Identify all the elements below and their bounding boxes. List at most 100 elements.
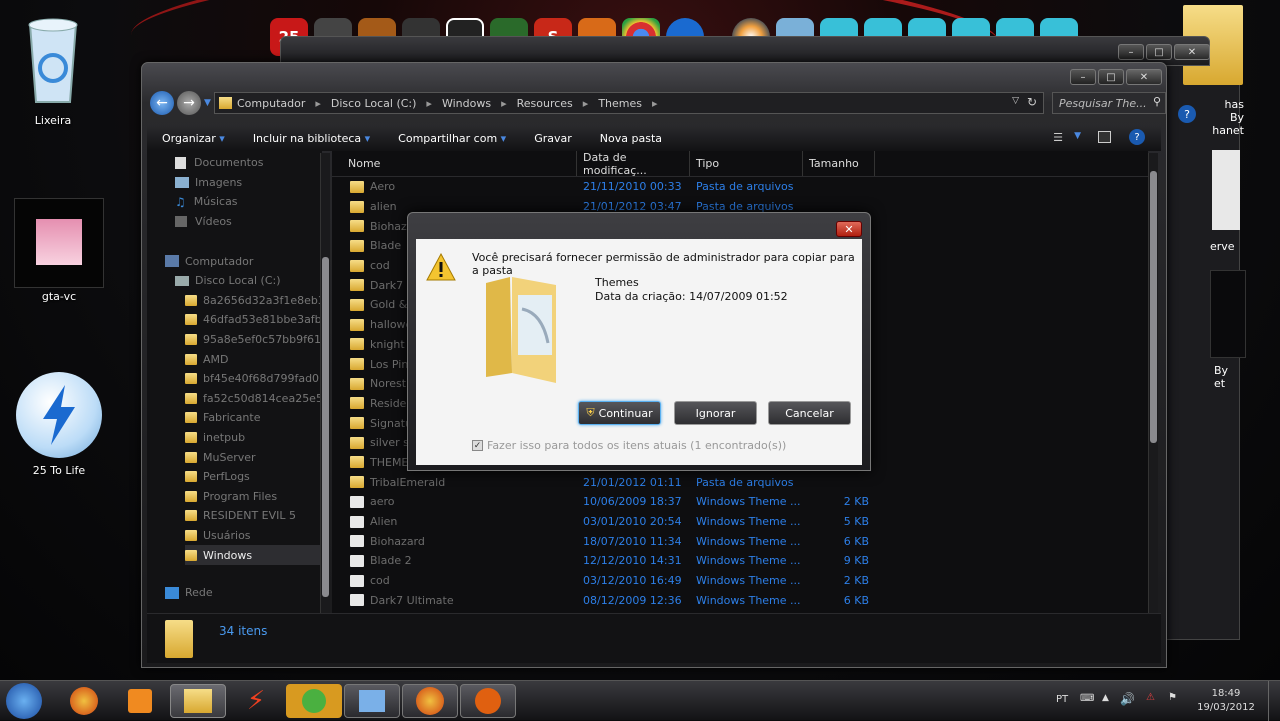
taskbar-explorer-icon[interactable] bbox=[170, 684, 226, 718]
desktop-file-icon[interactable] bbox=[1212, 150, 1240, 230]
scrollbar-thumb[interactable] bbox=[1150, 171, 1157, 443]
column-header-size[interactable]: Tamanho bbox=[803, 151, 875, 176]
continue-button[interactable]: ⛨ Continuar bbox=[578, 401, 661, 425]
network-warning-icon[interactable]: ⚠ bbox=[1146, 692, 1155, 703]
action-center-icon[interactable]: ⚑ bbox=[1168, 692, 1177, 703]
breadcrumb[interactable]: Computador ▸ Disco Local (C:) ▸ Windows ▸ R… bbox=[214, 92, 1044, 114]
taskbar-lightning-icon[interactable]: ⚡ bbox=[228, 684, 284, 718]
breadcrumb-drive[interactable]: Disco Local (C:) bbox=[331, 97, 417, 110]
breadcrumb-separator-icon[interactable]: ▸ bbox=[426, 97, 432, 110]
taskbar-firefox-icon[interactable] bbox=[56, 684, 112, 718]
file-row[interactable]: Blade 2 12/12/2010 14:31 Windows Theme ...… bbox=[332, 551, 1148, 571]
sidebar-folder-item[interactable]: AMD bbox=[185, 349, 322, 369]
keyboard-icon[interactable]: ⌨ bbox=[1080, 693, 1094, 704]
back-arrow-icon[interactable]: ← bbox=[150, 91, 174, 115]
organize-button[interactable]: Organizar bbox=[162, 132, 225, 145]
column-header-date[interactable]: Data de modificaç... bbox=[577, 151, 690, 177]
sidebar-item-disco-local[interactable]: Disco Local (C:) bbox=[165, 271, 322, 291]
burn-button[interactable]: Gravar bbox=[534, 132, 572, 145]
apply-to-all-checkbox[interactable]: ✓ Fazer isso para todos os itens atuais … bbox=[472, 439, 786, 452]
show-desktop-button[interactable] bbox=[1268, 681, 1280, 721]
file-list-scrollbar[interactable] bbox=[1148, 153, 1158, 613]
sidebar-item-documentos[interactable]: Documentos bbox=[175, 153, 322, 173]
scrollbar-thumb[interactable] bbox=[322, 257, 329, 597]
forward-arrow-icon[interactable]: → bbox=[177, 91, 201, 115]
close-icon[interactable]: ✕ bbox=[1126, 69, 1162, 85]
maximize-icon[interactable]: □ bbox=[1146, 44, 1172, 60]
help-icon[interactable]: ? bbox=[1129, 129, 1145, 145]
gta-vc-shortcut[interactable] bbox=[14, 198, 104, 288]
sidebar-folder-item[interactable]: MuServer bbox=[185, 447, 322, 467]
sidebar-folder-item[interactable]: fa52c50d814cea25e5a3 bbox=[185, 389, 322, 409]
minimize-icon[interactable]: – bbox=[1118, 44, 1144, 60]
breadcrumb-separator-icon[interactable]: ▸ bbox=[315, 97, 321, 110]
sidebar-item-imagens[interactable]: Imagens bbox=[175, 173, 322, 193]
view-options-icon[interactable]: ☰ bbox=[1053, 131, 1063, 144]
share-with-button[interactable]: Compartilhar com bbox=[398, 132, 506, 145]
file-type: Windows Theme ... bbox=[696, 574, 801, 588]
sidebar-folder-item[interactable]: PerfLogs bbox=[185, 467, 322, 487]
sidebar-folder-item[interactable]: Program Files bbox=[185, 487, 322, 507]
file-row[interactable]: Aero 21/11/2010 00:33 Pasta de arquivos bbox=[332, 177, 1148, 197]
breadcrumb-separator-icon[interactable]: ▸ bbox=[501, 97, 507, 110]
close-icon[interactable]: ✕ bbox=[836, 221, 862, 237]
sidebar-folder-item[interactable]: 8a2656d32a3f1e8eb308 bbox=[185, 291, 322, 311]
close-icon[interactable]: ✕ bbox=[1174, 44, 1210, 60]
file-row[interactable]: Alien 03/01/2010 20:54 Windows Theme ... 5 … bbox=[332, 512, 1148, 532]
file-row[interactable]: cod 03/12/2010 16:49 Windows Theme ... 2 KB bbox=[332, 571, 1148, 591]
column-header-type[interactable]: Tipo bbox=[690, 151, 803, 176]
sidebar-folder-item[interactable]: Fabricante bbox=[185, 408, 322, 428]
breadcrumb-separator-icon[interactable]: ▸ bbox=[583, 97, 589, 110]
sidebar-folder-item[interactable]: 95a8e5ef0c57bb9f61f48 bbox=[185, 330, 322, 350]
start-button-icon[interactable] bbox=[6, 683, 42, 719]
breadcrumb-resources[interactable]: Resources bbox=[517, 97, 573, 110]
breadcrumb-separator-icon[interactable]: ▸ bbox=[652, 97, 658, 110]
file-row[interactable]: TribalEmerald 21/01/2012 01:11 Pasta de ar… bbox=[332, 472, 1148, 492]
show-hidden-icons-icon[interactable]: ▲ bbox=[1102, 693, 1109, 703]
new-folder-button[interactable]: Nova pasta bbox=[600, 132, 662, 145]
file-row[interactable]: aero 10/06/2009 18:37 Windows Theme ... 2 K… bbox=[332, 492, 1148, 512]
sidebar-folder-item[interactable]: bf45e40f68d799fad0 bbox=[185, 369, 322, 389]
sidebar-item-computador[interactable]: Computador bbox=[165, 251, 322, 271]
column-header-name[interactable]: Nome bbox=[332, 151, 577, 176]
desktop-shortcut[interactable] bbox=[1210, 270, 1246, 358]
refresh-icon[interactable]: ↻ bbox=[1027, 95, 1037, 109]
taskbar-app-icon[interactable] bbox=[460, 684, 516, 718]
sidebar-folder-item[interactable]: Usuários bbox=[185, 526, 322, 546]
language-indicator[interactable]: PT bbox=[1056, 694, 1068, 705]
address-dropdown-icon[interactable]: ▽ bbox=[1012, 96, 1019, 106]
maximize-icon[interactable]: □ bbox=[1098, 69, 1124, 85]
skip-button[interactable]: Ignorar bbox=[674, 401, 757, 425]
taskbar-messenger-icon[interactable] bbox=[286, 684, 342, 718]
sidebar-item-rede[interactable]: Rede bbox=[165, 583, 322, 603]
sidebar-folder-item[interactable]: Windows bbox=[185, 545, 322, 565]
25-to-life-shortcut[interactable]: 25 To Life bbox=[14, 372, 104, 477]
sidebar-folder-item[interactable]: inetpub bbox=[185, 428, 322, 448]
help-icon[interactable]: ? bbox=[1178, 105, 1196, 123]
breadcrumb-computer[interactable]: Computador bbox=[237, 97, 305, 110]
include-in-library-button[interactable]: Incluir na biblioteca bbox=[253, 132, 370, 145]
sidebar-folder-item[interactable]: RESIDENT EVIL 5 bbox=[185, 506, 322, 526]
clock[interactable]: 18:49 19/03/2012 bbox=[1196, 687, 1256, 715]
volume-icon[interactable]: 🔊 bbox=[1120, 692, 1135, 706]
minimize-icon[interactable]: – bbox=[1070, 69, 1096, 85]
sidebar-item-musicas[interactable]: ♫ Músicas bbox=[175, 192, 322, 212]
recycle-bin-shortcut[interactable]: Lixeira bbox=[8, 16, 98, 127]
checkbox-checked-icon[interactable]: ✓ bbox=[472, 440, 483, 451]
taskbar-media-player-icon[interactable] bbox=[112, 684, 168, 718]
search-icon[interactable]: ⚲ bbox=[1153, 95, 1161, 108]
preview-pane-icon[interactable] bbox=[1098, 131, 1111, 143]
cancel-button[interactable]: Cancelar bbox=[768, 401, 851, 425]
taskbar-app-icon[interactable] bbox=[344, 684, 400, 718]
search-input[interactable]: Pesquisar The... ⚲ bbox=[1052, 92, 1166, 114]
file-row[interactable]: Dark7 Ultimate 08/12/2009 12:36 Windows Th… bbox=[332, 590, 1148, 610]
view-chevron-icon[interactable]: ▼ bbox=[1074, 131, 1081, 141]
breadcrumb-windows[interactable]: Windows bbox=[442, 97, 491, 110]
history-chevron-icon[interactable]: ▼ bbox=[204, 98, 211, 108]
sidebar-folder-item[interactable]: 46dfad53e81bbe3afb6a bbox=[185, 310, 322, 330]
sidebar-scrollbar[interactable] bbox=[320, 153, 330, 613]
breadcrumb-themes[interactable]: Themes bbox=[598, 97, 642, 110]
taskbar-firefox-icon[interactable] bbox=[402, 684, 458, 718]
sidebar-item-videos[interactable]: Vídeos bbox=[175, 212, 322, 232]
file-row[interactable]: Biohazard 18/07/2010 11:34 Windows Theme .… bbox=[332, 531, 1148, 551]
